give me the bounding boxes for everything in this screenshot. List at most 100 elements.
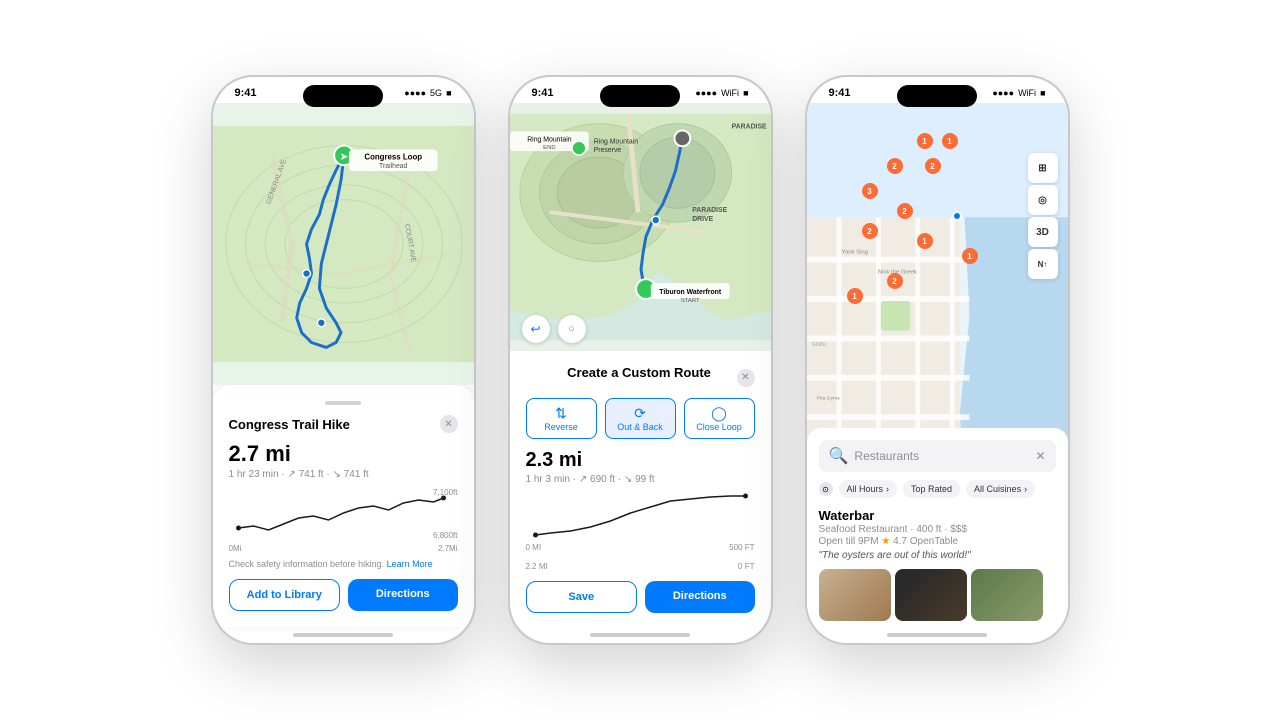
badge-5: 3 — [862, 183, 878, 199]
dist-end-1: 2.7Mi — [438, 544, 458, 553]
elev-bottom-labels-1: 0Mi 2.7Mi — [229, 544, 458, 553]
directions-button-2[interactable]: Directions — [645, 581, 755, 613]
dynamic-island-1 — [303, 85, 383, 107]
home-bar-1 — [213, 627, 474, 643]
time-3: 9:41 — [829, 87, 851, 99]
battery-icon-2: ■ — [743, 88, 748, 98]
badge-6: 2 — [897, 203, 913, 219]
status-icons-3: ●●●● WiFi ■ — [992, 88, 1045, 98]
map-area-2: Tiburon Waterfront START Ring Mountain E… — [510, 103, 771, 351]
locate-button-3[interactable]: ◎ — [1028, 185, 1058, 215]
svg-text:END: END — [543, 145, 555, 151]
close-button-1[interactable]: ✕ — [440, 415, 458, 433]
status-bar-3: 9:41 ●●●● WiFi ■ — [807, 77, 1068, 103]
close-loop-icon: ◯ — [689, 405, 750, 422]
svg-text:Congress Loop: Congress Loop — [364, 152, 422, 161]
user-location — [952, 211, 962, 221]
out-back-option[interactable]: ⟳ Out & Back — [605, 398, 676, 439]
cr-elev-high: 500 FT — [729, 543, 754, 552]
network-icon-1: 5G — [430, 88, 442, 98]
svg-text:Trailhead: Trailhead — [379, 163, 408, 170]
badge-11: 1 — [847, 288, 863, 304]
dynamic-island-3 — [897, 85, 977, 107]
rating-filter[interactable]: Top Rated — [903, 480, 960, 498]
svg-text:Yank Sing: Yank Sing — [841, 250, 867, 256]
elev-high-1: 7,100ft — [433, 488, 457, 497]
badge-4: 2 — [925, 158, 941, 174]
wifi-icon-2: WiFi — [721, 88, 739, 98]
battery-icon-1: ■ — [446, 88, 451, 98]
close-loop-option[interactable]: ◯ Close Loop — [684, 398, 755, 439]
elev-low-1: 6,800ft — [433, 531, 457, 540]
trail-title: Congress Trail Hike — [229, 417, 350, 432]
elevation-chart-1: 7,100ft 6,800ft — [229, 488, 458, 540]
safety-text-1: Check safety information before hiking. … — [229, 559, 458, 569]
status-bar-2: 9:41 ●●●● WiFi ■ — [510, 77, 771, 103]
save-button[interactable]: Save — [526, 581, 638, 613]
restaurant-photo-1 — [819, 569, 891, 621]
status-bar-1: 9:41 ●●●● 5G ■ — [213, 77, 474, 103]
time-2: 9:41 — [532, 87, 554, 99]
restaurant-photo-3 — [971, 569, 1043, 621]
restaurant-quote: "The oysters are out of this world!" — [819, 550, 1056, 561]
dynamic-island-2 — [600, 85, 680, 107]
directions-button-1[interactable]: Directions — [348, 579, 458, 611]
restaurant-photos — [819, 569, 1056, 621]
badge-8: 1 — [917, 233, 933, 249]
cuisine-filter[interactable]: All Cuisines › — [966, 480, 1035, 498]
elev-labels-right-1: 7,100ft 6,800ft — [433, 488, 457, 540]
3d-button[interactable]: 3D — [1028, 217, 1058, 247]
cr-dist-start: 0 MI — [526, 543, 542, 552]
badge-10: 2 — [887, 273, 903, 289]
distance-display-1: 2.7 mi — [229, 441, 458, 467]
map-area-1: ➤ Congress Loop Trailhead GENERAL AVE CO… — [213, 103, 474, 385]
svg-text:➤: ➤ — [340, 151, 348, 161]
dist-start-1: 0Mi — [229, 544, 242, 553]
cr-details: 1 hr 3 min · ↗ 690 ft · ↘ 99 ft — [526, 474, 755, 485]
svg-text:Tiburon Waterfront: Tiburon Waterfront — [659, 289, 722, 296]
restaurant-card: Waterbar Seafood Restaurant · 400 ft · $… — [819, 508, 1056, 631]
learn-more-link[interactable]: Learn More — [387, 559, 433, 569]
svg-text:Ring Mountain: Ring Mountain — [593, 138, 638, 145]
phone-2: 9:41 ●●●● WiFi ■ — [508, 75, 773, 645]
hours-label: All Hours — [847, 484, 884, 494]
badge-3: 2 — [887, 158, 903, 174]
svg-text:DRIVE: DRIVE — [692, 216, 713, 223]
phone-1: 9:41 ●●●● 5G ■ — [211, 75, 476, 645]
restaurant-panel: 🔍 Restaurants ✕ ⊙ All Hours › Top Rated … — [807, 428, 1068, 643]
map-view-button[interactable]: ⊞ — [1028, 153, 1058, 183]
trail-details-1: 1 hr 23 min · ↗ 741 ft · ↘ 741 ft — [229, 469, 458, 480]
search-clear-3[interactable]: ✕ — [1035, 449, 1045, 463]
reverse-icon: ⇅ — [531, 405, 592, 422]
cr-title: Create a Custom Route — [567, 365, 711, 380]
svg-text:Pita Gyros: Pita Gyros — [816, 395, 839, 401]
hours-filter[interactable]: All Hours › — [839, 480, 898, 498]
reverse-option[interactable]: ⇅ Reverse — [526, 398, 597, 439]
restaurant-photo-2 — [895, 569, 967, 621]
action-buttons-2: Save Directions — [526, 581, 755, 613]
signal-icon-3: ●●●● — [992, 88, 1014, 98]
out-back-icon: ⟳ — [610, 405, 671, 422]
search-text-3: Restaurants — [854, 449, 1035, 463]
battery-icon-3: ■ — [1040, 88, 1045, 98]
status-icons-2: ●●●● WiFi ■ — [695, 88, 748, 98]
cr-dist-end: 2.2 MI — [526, 562, 548, 571]
add-to-library-button[interactable]: Add to Library — [229, 579, 341, 611]
elev-chart-2 — [526, 491, 755, 539]
reverse-label: Reverse — [531, 422, 592, 432]
badge-2: 1 — [942, 133, 958, 149]
filter-icon[interactable]: ⊙ — [819, 482, 833, 496]
rating-label: Top Rated — [911, 484, 952, 494]
search-bar-3[interactable]: 🔍 Restaurants ✕ — [819, 440, 1056, 472]
compass-button[interactable]: N↑ — [1028, 249, 1058, 279]
close-button-2[interactable]: ✕ — [737, 369, 755, 387]
cuisine-label: All Cuisines — [974, 484, 1021, 494]
wifi-icon-3: WiFi — [1018, 88, 1036, 98]
hours-text: Open till 9PM — [819, 536, 879, 547]
custom-route-sheet: Create a Custom Route ✕ ⇅ Reverse ⟳ Out … — [510, 351, 771, 627]
map-controls: ⊞ ◎ 3D N↑ — [1028, 153, 1058, 279]
cr-distance: 2.3 mi — [526, 449, 755, 472]
back-button-2[interactable]: ↩ — [522, 315, 550, 343]
badge-9: 1 — [962, 248, 978, 264]
locate-button-2[interactable]: ○ — [558, 315, 586, 343]
